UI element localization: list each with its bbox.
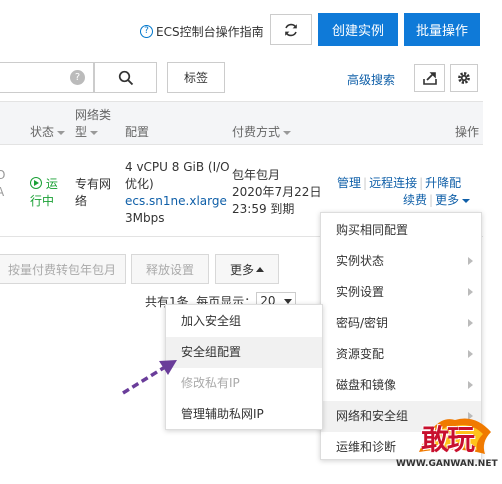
caret-down-icon bbox=[57, 130, 66, 135]
settings-button[interactable] bbox=[450, 64, 478, 92]
batch-operation-button[interactable]: 批量操作 bbox=[404, 13, 480, 46]
help-icon[interactable]: ? bbox=[70, 70, 85, 85]
table-header: 状态 网络类 型 配置 付费方式 操作 bbox=[0, 101, 483, 145]
search-button[interactable] bbox=[94, 62, 157, 93]
caret-up-icon bbox=[256, 266, 264, 272]
chevron-right-icon bbox=[468, 350, 473, 358]
network-type-column-header[interactable]: 网络类 型 bbox=[75, 107, 111, 141]
console-guide-label: ECS控制台操作指南 bbox=[156, 24, 264, 39]
menu-item-instance-settings[interactable]: 实例设置 bbox=[321, 277, 481, 308]
more-actions-link[interactable]: 更多 bbox=[435, 193, 471, 207]
question-circle-icon: ? bbox=[140, 24, 153, 38]
tag-button[interactable]: 标签 bbox=[167, 62, 225, 93]
watermark-logo: 敢玩 bbox=[415, 412, 495, 458]
submenu-item-modify-private-ip: 修改私有IP bbox=[181, 376, 240, 390]
status-column-header[interactable]: 状态 bbox=[30, 124, 66, 141]
running-status-icon bbox=[30, 177, 42, 189]
instance-id-fragment: O A bbox=[0, 168, 6, 199]
row-actions: 管理 | 远程连接 | 升降配 bbox=[337, 176, 462, 190]
caret-down-icon bbox=[90, 130, 99, 135]
release-settings-button[interactable]: 释放设置 bbox=[131, 254, 209, 284]
chevron-right-icon bbox=[468, 288, 473, 296]
config-column-header: 配置 bbox=[125, 125, 150, 139]
manage-link[interactable]: 管理 bbox=[337, 176, 361, 190]
upgrade-link[interactable]: 升降配 bbox=[425, 176, 461, 190]
chevron-right-icon bbox=[468, 257, 473, 265]
chevron-right-icon bbox=[468, 381, 473, 389]
renew-link[interactable]: 续费 bbox=[403, 193, 427, 207]
submenu-item-manage-secondary-ip[interactable]: 管理辅助私网IP bbox=[166, 399, 322, 430]
menu-item-password-key[interactable]: 密码/密钥 bbox=[321, 308, 481, 339]
menu-item-instance-status[interactable]: 实例状态 bbox=[321, 246, 481, 277]
watermark-url: WWW.GANWAN.NET bbox=[396, 459, 498, 469]
export-button[interactable] bbox=[414, 64, 445, 92]
submenu-item-security-group-config[interactable]: 安全组配置 bbox=[166, 337, 322, 368]
status-running: 运 行中 bbox=[30, 177, 58, 208]
console-guide-link[interactable]: ? ECS控制台操作指南 bbox=[140, 23, 264, 39]
advanced-search-link[interactable]: 高级搜索 bbox=[347, 71, 395, 88]
remote-connect-link[interactable]: 远程连接 bbox=[369, 176, 417, 190]
network-security-submenu: 加入安全组 安全组配置 修改私有IP 管理辅助私网IP bbox=[165, 304, 323, 430]
network-type-cell: 专有网 络 bbox=[75, 177, 112, 208]
submenu-item-join-security-group[interactable]: 加入安全组 bbox=[166, 306, 322, 337]
convert-to-subscription-button[interactable]: 按量付费转包年包月 bbox=[0, 254, 126, 284]
watermark-logo-text: 敢玩 bbox=[421, 423, 475, 456]
caret-down-icon bbox=[283, 130, 292, 135]
export-icon bbox=[422, 72, 437, 85]
row-actions-second: 续费 | 更多 bbox=[403, 192, 471, 209]
refresh-button[interactable] bbox=[270, 14, 312, 45]
refresh-icon bbox=[285, 23, 297, 36]
gear-icon bbox=[458, 72, 470, 84]
config-cell: 4 vCPU 8 GiB (I/O 优化) ecs.sn1ne.xlarge 3… bbox=[125, 160, 230, 225]
actions-column-header: 操作 bbox=[455, 125, 480, 139]
caret-down-icon bbox=[462, 198, 471, 203]
chevron-right-icon bbox=[468, 319, 473, 327]
annotation-arrow bbox=[122, 360, 177, 395]
more-batch-button[interactable]: 更多 bbox=[215, 254, 279, 284]
billing-column-header[interactable]: 付费方式 bbox=[232, 124, 292, 141]
billing-cell: 包年包月 2020年7月22日 23:59 到期 bbox=[232, 168, 322, 216]
create-instance-button[interactable]: 创建实例 bbox=[318, 13, 398, 46]
menu-item-buy-same[interactable]: 购买相同配置 bbox=[321, 215, 481, 246]
search-icon bbox=[118, 70, 133, 85]
menu-item-disk-image[interactable]: 磁盘和镜像 bbox=[321, 370, 481, 401]
menu-item-resize[interactable]: 资源变配 bbox=[321, 339, 481, 370]
caret-down-icon bbox=[284, 298, 293, 304]
